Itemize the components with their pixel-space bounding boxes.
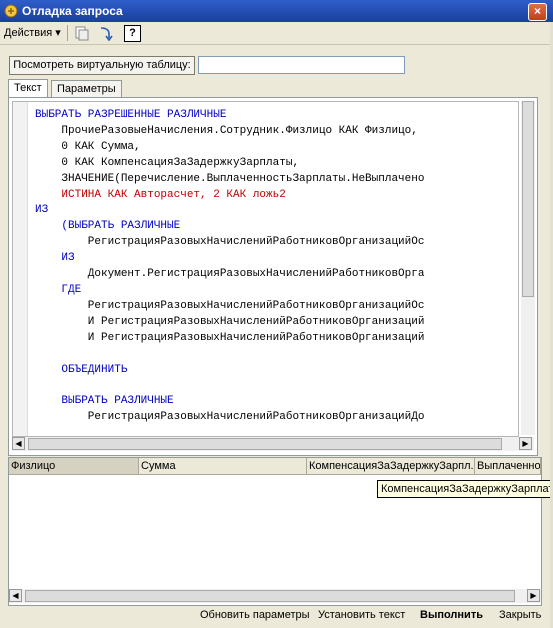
update-parameters-button[interactable]: Обновить параметры [200,609,310,621]
query-debug-window: Отладка запроса × Действия ▾ ? Посмотрет… [0,0,553,628]
code-line: Документ.РегистрацияРазовыхНачисленийРаб… [35,268,425,281]
tab-text[interactable]: Текст [8,79,48,98]
code-line: ИСТИНА КАК Авторасчет, 2 КАК ложь2 [35,188,286,201]
scroll-right-icon[interactable]: ▶ [527,589,540,602]
code-line: ВЫБРАТЬ РАЗРЕШЕННЫЕ РАЗЛИЧНЫЕ [35,109,227,121]
editor-vertical-scrollbar[interactable] [521,101,535,435]
column-header[interactable]: КомпенсацияЗаЗадержкуЗарпл... [307,458,475,474]
help-icon[interactable]: ? [124,25,141,42]
code-line: И РегистрацияРазовыхНачисленийРаботников… [35,315,425,328]
code-line: ИЗ [35,204,49,217]
code-line: РегистрацияРазовыхНачисленийРаботниковОр… [35,299,425,312]
code-line: 0 КАК Сумма, [35,140,141,153]
close-window-button[interactable]: × [528,3,547,21]
actions-menu[interactable]: Действия ▾ [4,26,61,39]
horizontal-scroll-thumb[interactable] [25,590,515,602]
code-line: ВЫБРАТЬ РАЗЛИЧНЫЕ [35,395,174,408]
code-line: РегистрацияРазовыхНачисленийРаботниковОр… [35,236,425,249]
app-icon [4,4,18,18]
step-into-icon[interactable] [97,25,115,42]
code-line: РегистрацияРазовыхНачисленийРаботниковОр… [35,411,425,424]
code-line: И РегистрацияРазовыхНачисленийРаботников… [35,331,425,344]
toolbar: Действия ▾ ? [0,22,553,45]
editor-horizontal-scrollbar[interactable]: ◀ ▶ [12,437,534,451]
bottom-button-bar: Обновить параметры Установить текст Выпо… [0,604,553,628]
scroll-right-icon[interactable]: ▶ [519,437,532,450]
window-title: Отладка запроса [22,4,123,18]
code-line: ОБЪЕДИНИТЬ [35,363,128,376]
code-line: ГДЕ [35,283,82,296]
view-virtual-table-button[interactable]: Посмотреть виртуальную таблицу: [9,56,195,75]
tab-parameters[interactable]: Параметры [51,80,122,97]
scroll-left-icon[interactable]: ◀ [12,437,25,450]
result-horizontal-scrollbar[interactable]: ◀ ▶ [9,589,541,603]
virtual-table-input[interactable] [198,56,405,74]
code-line: ПрочиеРазовыеНачисления.Сотрудник.Физлиц… [35,124,418,137]
code-line: ИЗ [35,252,75,265]
code-line: 0 КАК КомпенсацияЗаЗадержкуЗарплаты, [35,156,300,169]
code-line: (ВЫБРАТЬ РАЗЛИЧНЫЕ [35,220,181,233]
toolbar-separator [67,25,68,41]
column-header[interactable]: Сумма [139,458,307,474]
query-editor[interactable]: ВЫБРАТЬ РАЗРЕШЕННЫЕ РАЗЛИЧНЫЕ ПрочиеРазо… [12,101,519,437]
set-text-button[interactable]: Установить текст [318,609,405,621]
close-button[interactable]: Закрыть [499,609,541,621]
title-bar: Отладка запроса × [0,0,553,22]
query-text-panel: ВЫБРАТЬ РАЗРЕШЕННЫЕ РАЗЛИЧНЫЕ ПрочиеРазо… [8,97,538,456]
editor-gutter [13,102,28,436]
copy-icon[interactable] [73,25,91,42]
result-table-header: Физлицо Сумма КомпенсацияЗаЗадержкуЗарпл… [9,458,541,475]
vertical-scroll-thumb[interactable] [522,101,534,297]
horizontal-scroll-thumb[interactable] [28,438,502,450]
column-header[interactable]: Физлицо [9,458,139,474]
column-tooltip: КомпенсацияЗаЗадержкуЗарплаты [377,480,553,498]
scroll-left-icon[interactable]: ◀ [9,589,22,602]
column-header[interactable]: Выплаченно [475,458,541,474]
code-line: ЗНАЧЕНИЕ(Перечисление.ВыплаченностьЗарпл… [35,172,425,185]
query-code: ВЫБРАТЬ РАЗРЕШЕННЫЕ РАЗЛИЧНЫЕ ПрочиеРазо… [35,108,424,426]
execute-button[interactable]: Выполнить [420,609,483,621]
